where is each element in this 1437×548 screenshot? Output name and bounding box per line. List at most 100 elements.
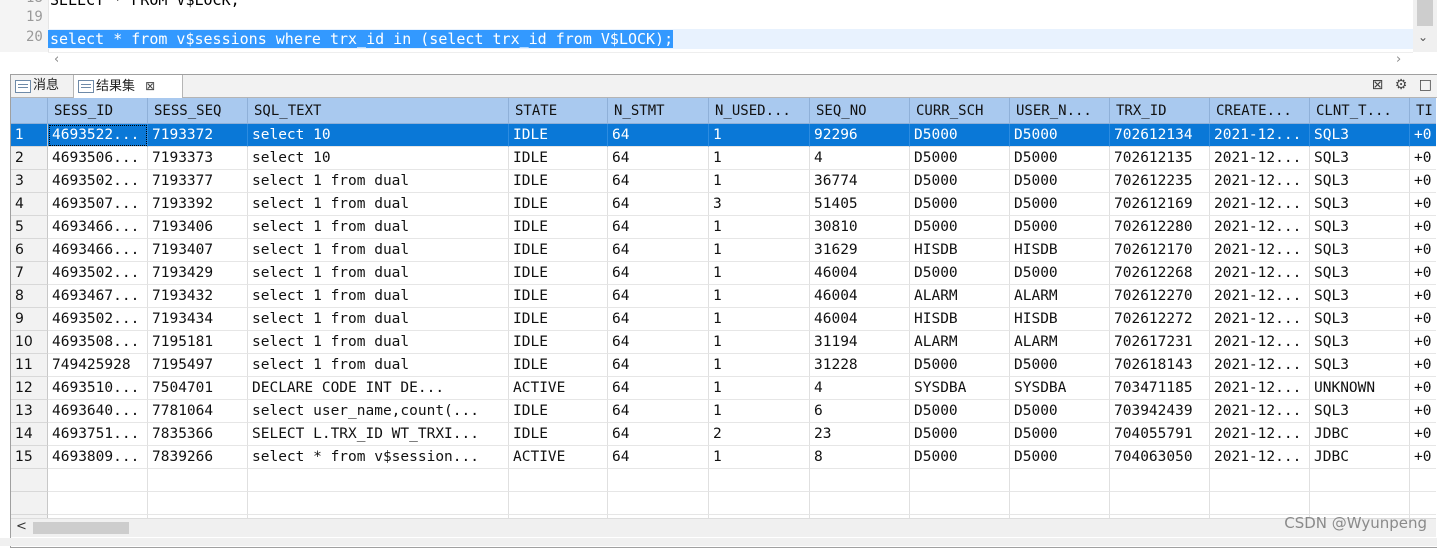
table-cell[interactable]: 64 [608,262,709,285]
table-cell[interactable]: D5000 [1010,423,1110,446]
table-cell[interactable]: select * from v$session... [248,446,509,469]
table-cell[interactable]: 31228 [810,354,910,377]
table-cell[interactable]: 64 [608,446,709,469]
table-cell[interactable]: IDLE [509,308,608,331]
table-cell[interactable]: +0 [1410,262,1436,285]
table-cell[interactable]: 703942439 [1110,400,1210,423]
selected-sql-text[interactable]: select * from v$sessions where trx_id in… [48,30,674,48]
table-cell[interactable]: 36774 [810,170,910,193]
table-cell[interactable]: 702612270 [1110,285,1210,308]
column-header[interactable]: STATE [509,98,608,124]
table-cell[interactable]: IDLE [509,216,608,239]
table-cell[interactable]: ALARM [910,285,1010,308]
table-cell[interactable]: 2021-12... [1210,193,1310,216]
tab-messages[interactable]: 消息 [11,75,79,97]
table-cell[interactable]: ACTIVE [509,446,608,469]
table-cell[interactable]: D5000 [910,216,1010,239]
table-cell[interactable]: 1 [709,400,810,423]
table-cell[interactable]: +0 [1410,400,1436,423]
table-cell[interactable]: 1 [709,446,810,469]
table-cell[interactable]: IDLE [509,147,608,170]
table-cell[interactable]: D5000 [1010,400,1110,423]
table-cell[interactable]: 7195497 [148,354,248,377]
chevron-left-icon[interactable]: ‹ [54,52,59,67]
column-header[interactable]: SQL_TEXT [248,98,509,124]
table-cell[interactable]: D5000 [910,124,1010,147]
table-cell[interactable]: 702612268 [1110,262,1210,285]
table-cell[interactable] [810,469,910,492]
tab-result-set[interactable]: 结果集 ⊠ [73,75,183,98]
table-cell[interactable]: D5000 [910,170,1010,193]
table-cell[interactable]: D5000 [1010,354,1110,377]
row-number[interactable] [11,492,48,515]
column-header[interactable]: CLNT_T... [1310,98,1410,124]
table-cell[interactable]: +0 [1410,308,1436,331]
table-cell[interactable]: 4 [810,377,910,400]
table-cell[interactable] [148,492,248,515]
table-cell[interactable]: 702612280 [1110,216,1210,239]
table-cell[interactable]: 4693502... [48,308,148,331]
table-cell[interactable]: 7781064 [148,400,248,423]
table-cell[interactable]: 4693466... [48,216,148,239]
table-cell[interactable]: 64 [608,170,709,193]
table-cell[interactable]: 4693508... [48,331,148,354]
table-cell[interactable]: +0 [1410,170,1436,193]
table-cell[interactable]: 46004 [810,308,910,331]
table-cell[interactable]: HISDB [1010,308,1110,331]
table-cell[interactable] [910,492,1010,515]
table-cell[interactable]: 46004 [810,285,910,308]
table-cell[interactable]: SQL3 [1310,308,1410,331]
chevron-right-icon[interactable]: › [1396,52,1401,67]
table-cell[interactable] [148,469,248,492]
row-number[interactable]: 1 [11,124,48,147]
editor-vertical-scrollbar[interactable]: ⌄ [1413,0,1437,52]
table-cell[interactable]: 64 [608,124,709,147]
table-cell[interactable]: 2021-12... [1210,124,1310,147]
table-cell[interactable]: D5000 [1010,446,1110,469]
table-cell[interactable]: 7193392 [148,193,248,216]
table-cell[interactable]: SYSDBA [910,377,1010,400]
table-cell[interactable]: 702612134 [1110,124,1210,147]
table-cell[interactable]: 1 [709,147,810,170]
table-cell[interactable]: 7193407 [148,239,248,262]
table-cell[interactable]: IDLE [509,285,608,308]
table-cell[interactable] [709,469,810,492]
table-cell[interactable]: select 1 from dual [248,285,509,308]
table-cell[interactable] [1410,492,1436,515]
table-cell[interactable]: IDLE [509,423,608,446]
table-cell[interactable] [48,469,148,492]
sql-editor[interactable]: 18 SELECT * FROM V$LOCK; 19 20 select * … [0,0,1437,72]
table-cell[interactable]: D5000 [910,354,1010,377]
table-cell[interactable] [1210,492,1310,515]
table-cell[interactable] [1310,469,1410,492]
table-cell[interactable] [608,492,709,515]
row-number[interactable]: 4 [11,193,48,216]
table-cell[interactable]: select 10 [248,124,509,147]
table-cell[interactable]: 1 [709,124,810,147]
table-cell[interactable]: 7193406 [148,216,248,239]
table-cell[interactable]: 4693751... [48,423,148,446]
column-header[interactable]: TI [1410,98,1436,124]
chevron-down-icon[interactable]: ⌄ [1418,30,1428,44]
table-cell[interactable] [1110,492,1210,515]
code-line[interactable]: SELECT * FROM V$LOCK; [50,0,240,10]
table-cell[interactable]: 64 [608,308,709,331]
table-cell[interactable]: 2021-12... [1210,377,1310,400]
grid-horizontal-scrollbar[interactable]: < [11,518,1436,537]
row-number[interactable]: 12 [11,377,48,400]
table-cell[interactable]: IDLE [509,331,608,354]
table-cell[interactable]: +0 [1410,239,1436,262]
table-cell[interactable]: 7193372 [148,124,248,147]
table-cell[interactable]: D5000 [1010,124,1110,147]
table-cell[interactable]: D5000 [910,262,1010,285]
table-cell[interactable] [1310,492,1410,515]
table-cell[interactable]: 64 [608,354,709,377]
table-cell[interactable]: 2021-12... [1210,285,1310,308]
table-cell[interactable]: 2021-12... [1210,239,1310,262]
row-number[interactable]: 7 [11,262,48,285]
table-cell[interactable]: +0 [1410,193,1436,216]
table-cell[interactable]: JDBC [1310,423,1410,446]
table-cell[interactable]: select 10 [248,147,509,170]
table-cell[interactable] [1410,469,1436,492]
table-cell[interactable]: D5000 [1010,147,1110,170]
